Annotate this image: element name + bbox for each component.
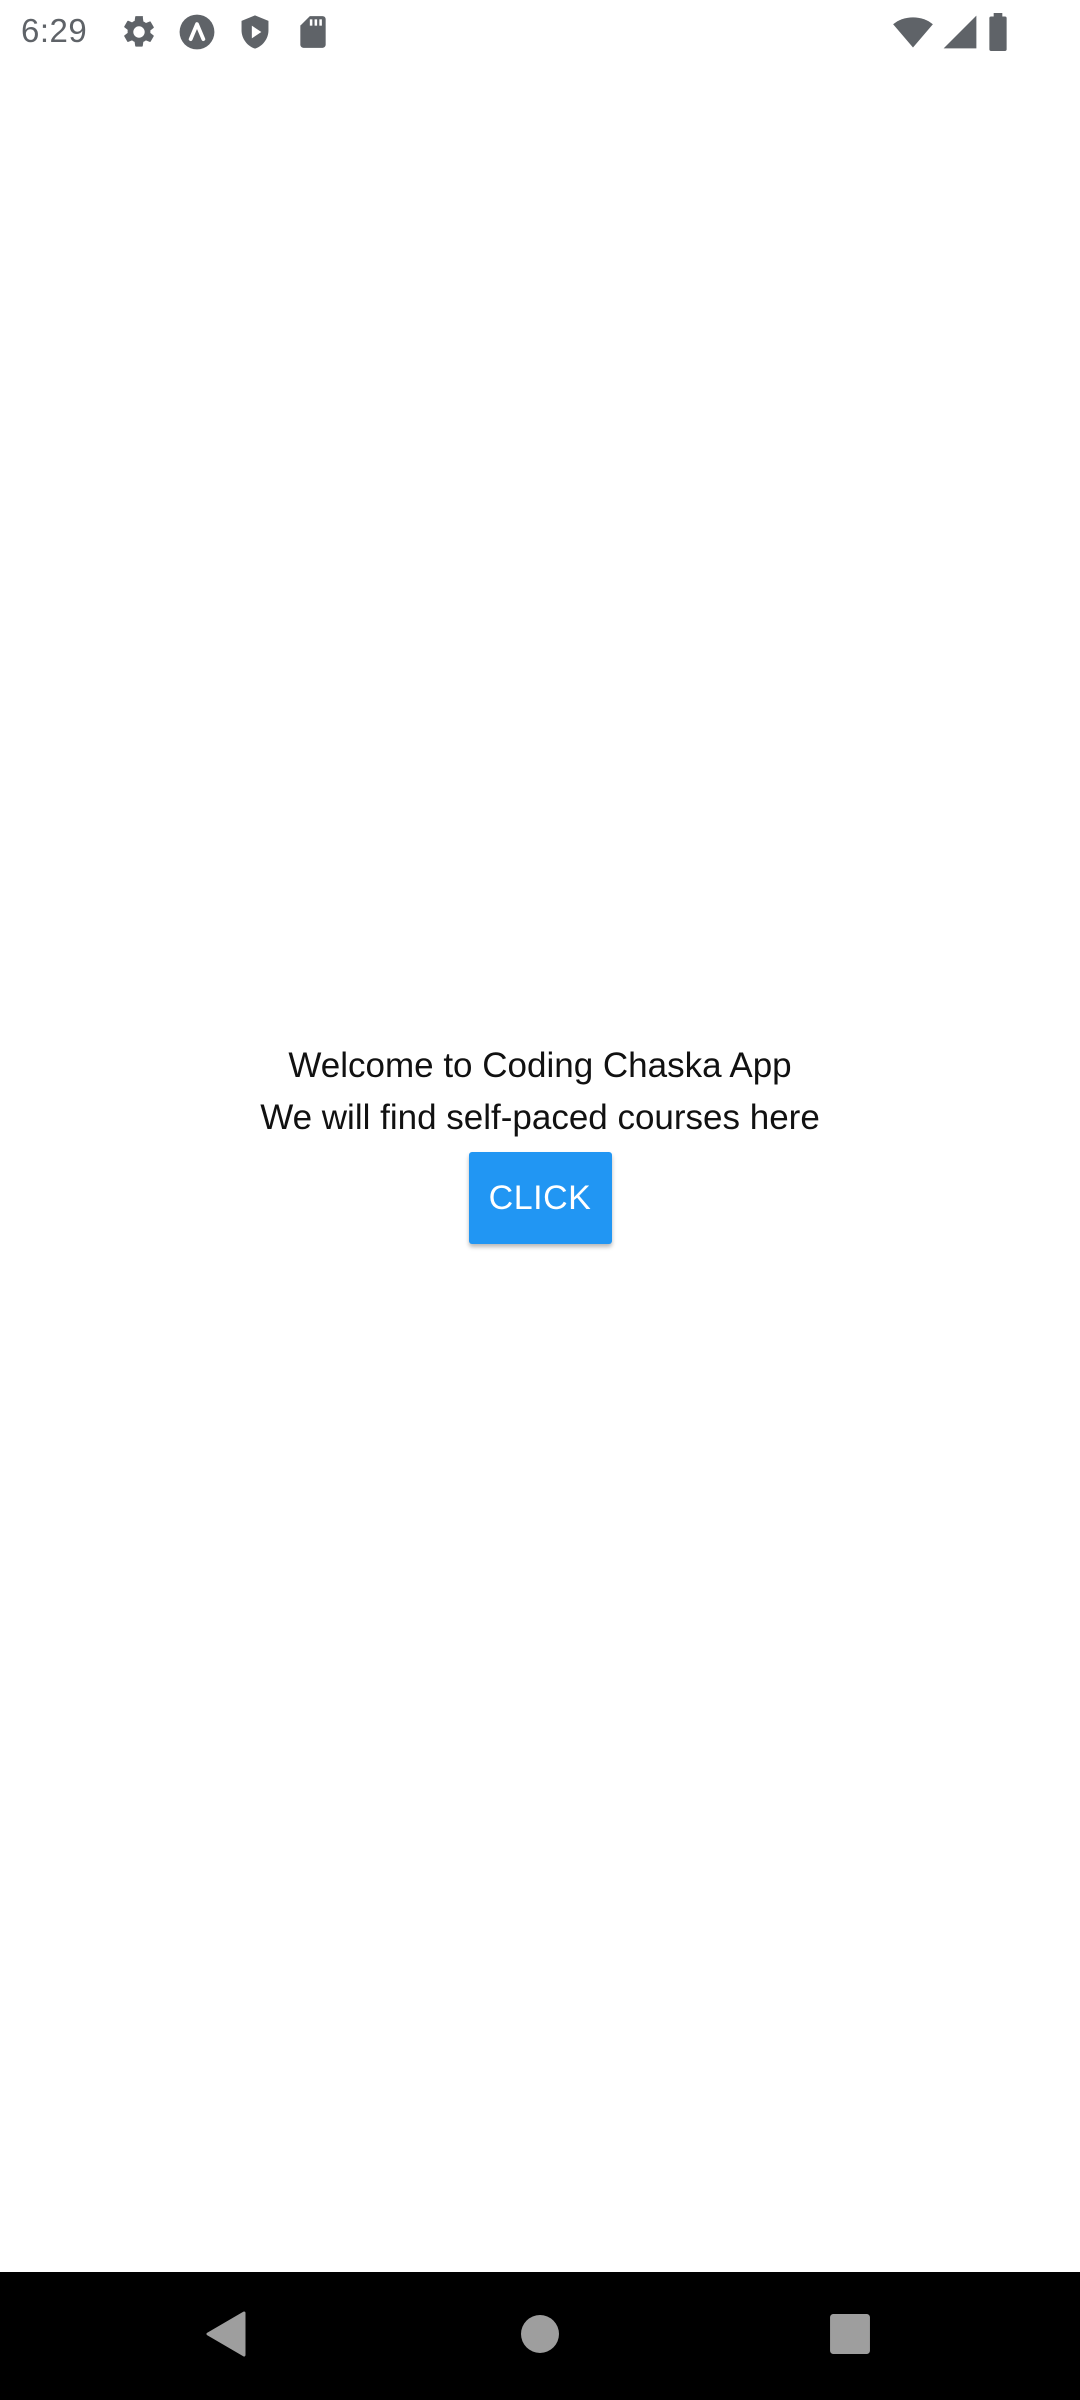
subtitle-text: We will find self-paced courses here [260,1098,820,1137]
wifi-icon [892,13,934,51]
welcome-text: Welcome to Coding Chaska App [288,1046,792,1085]
home-button[interactable] [504,2300,576,2372]
recents-icon [829,2313,871,2360]
app-screen: 6:29 Welcome to Coding Chaska App We wil… [0,0,1080,2400]
click-button[interactable]: CLICK [468,1152,612,1244]
navigation-bar [0,2272,1080,2400]
status-notification-icons [120,13,332,51]
back-button[interactable] [190,2300,262,2372]
recents-button[interactable] [814,2300,886,2372]
status-time: 6:29 [21,12,88,49]
sd-card-icon [294,13,332,51]
main-content: Welcome to Coding Chaska App We will fin… [0,1040,1080,1244]
back-icon [204,2310,248,2363]
cell-signal-icon [942,13,978,51]
home-icon [520,2314,560,2359]
play-protect-icon [236,13,274,51]
status-bar: 6:29 [0,0,1080,64]
battery-icon [986,13,1010,52]
status-system-icons [892,13,1010,52]
app-a-icon [178,13,216,51]
settings-gear-icon [120,13,158,51]
